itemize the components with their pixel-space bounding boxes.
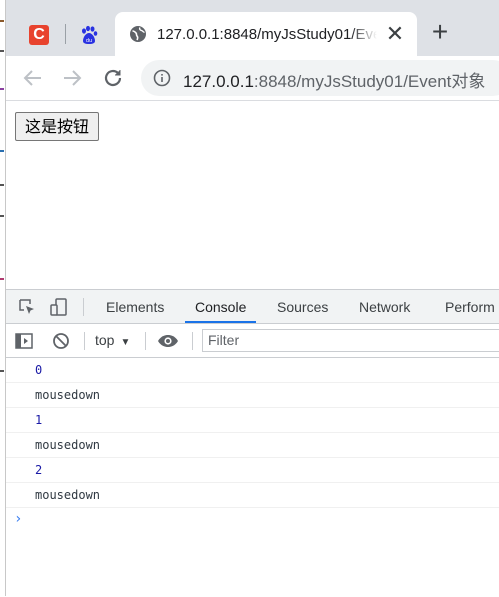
url-path: :8848/myJsStudy01/Event对象 xyxy=(253,72,486,91)
context-label: top xyxy=(95,332,115,348)
console-message: mousedown xyxy=(5,483,499,508)
console-message: mousedown xyxy=(5,433,499,458)
tab-title: 127.0.0.1:8848/myJsStudy01/Event xyxy=(157,26,377,43)
edge-mark xyxy=(0,20,4,22)
console-toolbar: top ▼ Filter xyxy=(5,324,499,358)
browser-toolbar: 127.0.0.1:8848/myJsStudy01/Event对象 xyxy=(5,56,499,101)
globe-icon xyxy=(130,26,146,42)
console-message: 0 xyxy=(5,358,499,383)
background-window-edge xyxy=(0,0,6,596)
console-message: 1 xyxy=(5,408,499,433)
inspect-element-icon[interactable] xyxy=(17,297,37,317)
edge-mark xyxy=(0,370,4,372)
url-host: 127.0.0.1 xyxy=(183,72,254,91)
toolbar-divider xyxy=(84,332,85,350)
baidu-paw-icon: du xyxy=(82,25,98,44)
tab-baidu[interactable]: du xyxy=(67,13,111,57)
console-prompt[interactable]: › xyxy=(5,508,499,532)
edge-mark xyxy=(0,278,4,280)
reload-icon[interactable] xyxy=(101,66,125,90)
active-tab[interactable]: 127.0.0.1:8848/myJsStudy01/Event ✕ xyxy=(115,12,417,58)
console-message: 2 xyxy=(5,458,499,483)
page-button[interactable]: 这是按钮 xyxy=(15,112,100,141)
sidebar-toggle-icon[interactable] xyxy=(14,331,34,351)
svg-text:du: du xyxy=(86,38,92,44)
info-icon[interactable] xyxy=(153,69,171,87)
tab-performance[interactable]: Perform xyxy=(435,290,499,323)
url-text: 127.0.0.1:8848/myJsStudy01/Event对象 xyxy=(183,67,485,92)
tab-elements[interactable]: Elements xyxy=(96,290,174,323)
dropdown-arrow-icon: ▼ xyxy=(120,337,131,348)
page-viewport: 这是按钮 xyxy=(5,101,499,289)
tab-console[interactable]: Console xyxy=(185,290,257,323)
edge-mark xyxy=(0,184,4,186)
toolbar-divider xyxy=(145,332,146,350)
tab-sources[interactable]: Sources xyxy=(267,290,338,323)
forward-arrow-icon[interactable] xyxy=(60,66,84,90)
edge-mark xyxy=(0,50,4,52)
console-log: 0 mousedown 1 mousedown 2 mousedown › xyxy=(5,358,499,532)
filter-input[interactable]: Filter xyxy=(202,329,499,352)
edge-mark xyxy=(0,88,4,90)
tab-strip: C du 127.0.0.1:8848/myJsStudy01/Event ✕ … xyxy=(5,0,499,58)
eye-icon[interactable] xyxy=(157,331,179,351)
device-toolbar-icon[interactable] xyxy=(49,297,69,317)
tab-network[interactable]: Network xyxy=(349,290,420,323)
address-bar[interactable]: 127.0.0.1:8848/myJsStudy01/Event对象 xyxy=(141,60,499,96)
csdn-c-icon: C xyxy=(29,25,49,45)
console-message: mousedown xyxy=(5,383,499,408)
tab-separator xyxy=(65,24,66,44)
toolbar-divider xyxy=(83,298,84,316)
clear-console-icon[interactable] xyxy=(51,331,71,351)
devtools-panel: Elements Console Sources Network Perform… xyxy=(5,289,499,597)
toolbar-divider xyxy=(192,332,193,350)
back-arrow-icon[interactable] xyxy=(21,66,45,90)
edge-mark xyxy=(0,215,4,217)
new-tab-button[interactable]: + xyxy=(429,18,451,46)
edge-mark xyxy=(0,150,4,152)
context-selector[interactable]: top ▼ xyxy=(95,332,130,348)
tab-csdn[interactable]: C xyxy=(17,13,61,57)
devtools-tab-bar: Elements Console Sources Network Perform xyxy=(5,290,499,324)
close-tab-icon[interactable]: ✕ xyxy=(385,23,405,45)
